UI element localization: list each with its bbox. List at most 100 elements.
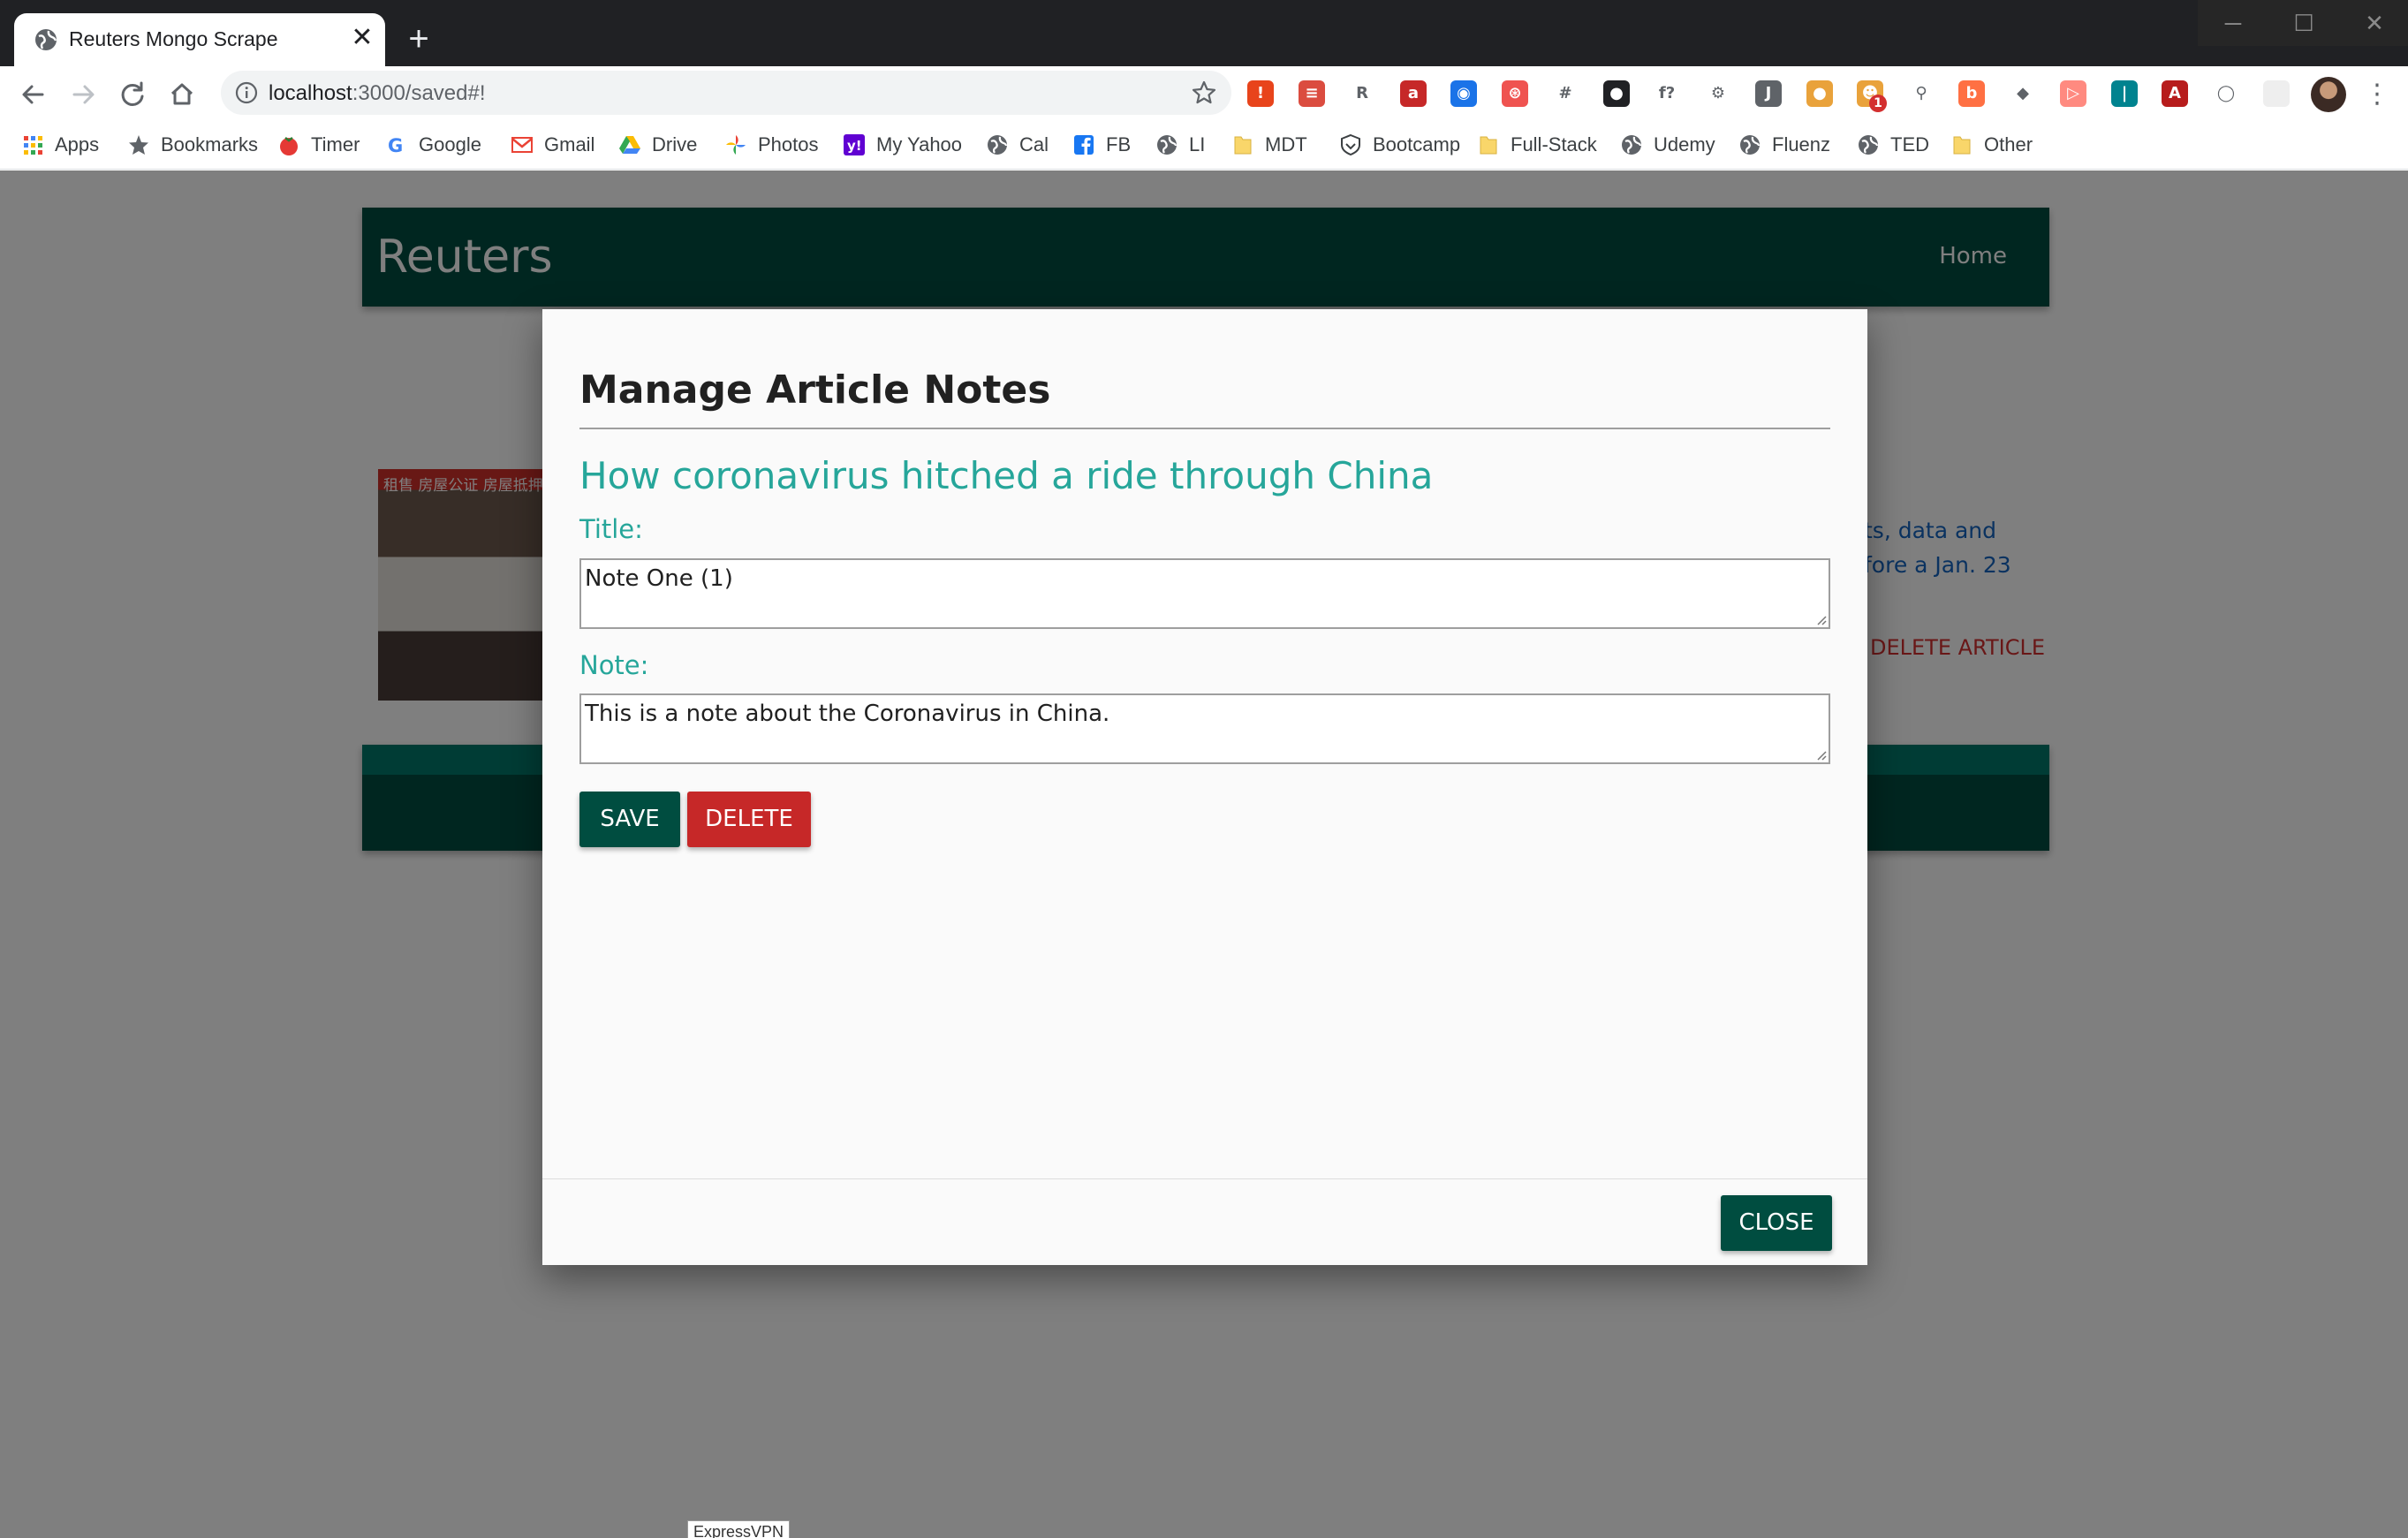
tomato-icon	[277, 133, 300, 156]
modal-heading: Manage Article Notes	[579, 367, 1051, 413]
url-host: localhost	[269, 81, 352, 105]
save-note-button[interactable]: SAVE	[579, 792, 680, 847]
todoist-icon[interactable]: ≡	[1299, 80, 1325, 107]
minimize-button[interactable]: ─	[2198, 0, 2268, 46]
bookmarks-bar: Apps Bookmarks Timer G Google Gmail Drive Photo…	[0, 121, 2408, 170]
kebab-menu-icon[interactable]: ⋮	[2364, 77, 2390, 112]
notification-badge: 1	[1869, 95, 1887, 112]
av-extension-icon[interactable]: a	[1400, 80, 1427, 107]
article-title: How coronavirus hitched a ride through C…	[579, 454, 1434, 497]
blank-extension-icon[interactable]	[2263, 80, 2290, 107]
maximize-button[interactable]: ☐	[2268, 0, 2339, 46]
bookmark-li[interactable]: LI	[1155, 130, 1205, 160]
bookmark-apps[interactable]: Apps	[21, 130, 99, 160]
close-modal-button[interactable]: CLOSE	[1721, 1195, 1832, 1251]
bookmark-full-stack[interactable]: Full-Stack	[1477, 130, 1597, 160]
yahoo-icon: y!	[843, 133, 866, 156]
bookmark-gmail[interactable]: Gmail	[511, 130, 594, 160]
cast-extension-icon[interactable]: ▷	[2060, 80, 2086, 107]
bookmark-google[interactable]: G Google	[385, 130, 481, 160]
bookmark-label: Udemy	[1654, 133, 1715, 155]
browser-toolbar: localhost:3000/saved#! ! ≡ Ra ◉ ⊛ # ● f? ⚙ J ● ☻ ⚲ b ◆…	[0, 66, 2408, 121]
stop-extension-icon[interactable]: !	[1247, 80, 1274, 107]
drive-icon	[618, 133, 641, 156]
globe-icon	[986, 133, 1009, 156]
bookmark-drive[interactable]: Drive	[618, 130, 697, 160]
bookmark-mdt[interactable]: MDT	[1231, 130, 1307, 160]
modal-divider	[579, 428, 1830, 429]
bookmark-bootcamp[interactable]: Bootcamp	[1339, 130, 1460, 160]
resize-grip-icon[interactable]	[1814, 748, 1827, 761]
bookmark-my-yahoo[interactable]: y! My Yahoo	[843, 130, 962, 160]
cookie-icon[interactable]: ●	[1806, 80, 1833, 107]
bookmark-label: Timer	[311, 133, 360, 155]
globe-icon	[1857, 133, 1880, 156]
url-text[interactable]: localhost:3000/saved#!	[269, 81, 486, 106]
code-extension-icon[interactable]: ◯	[2213, 80, 2239, 107]
shield-icon	[1339, 133, 1362, 156]
facebook-icon	[1072, 133, 1095, 156]
star-icon	[127, 133, 150, 156]
bars-extension-icon[interactable]: |	[2111, 80, 2138, 107]
bookmark-other[interactable]: Other	[1950, 130, 2033, 160]
magnifier-extension-icon[interactable]: ⚲	[1908, 80, 1935, 107]
note-body-field[interactable]: This is a note about the Coronavirus in …	[579, 693, 1830, 764]
folder-icon	[1231, 133, 1254, 156]
lastpass-icon[interactable]: ⊛	[1502, 80, 1528, 107]
resize-grip-icon[interactable]	[1814, 613, 1827, 625]
incognito-icon[interactable]: ●	[1603, 80, 1630, 107]
dropbox-icon[interactable]: ◆	[2010, 80, 2036, 107]
settings-extension-icon[interactable]: ⚙	[1705, 80, 1731, 107]
page-viewport: Reuters Home 租售 房屋公证 房屋抵押 ts, data and f…	[0, 170, 2408, 1538]
manage-notes-modal: Manage Article Notes How coronavirus hit…	[542, 309, 1867, 1265]
home-icon[interactable]	[163, 75, 201, 114]
new-tab-button[interactable]: +	[399, 19, 438, 58]
address-bar[interactable]: localhost:3000/saved#!	[221, 71, 1231, 115]
bookmark-label: LI	[1189, 133, 1206, 155]
b-extension-icon[interactable]: b	[1958, 80, 1985, 107]
colorzilla-icon[interactable]: ◉	[1450, 80, 1477, 107]
title-label: Title:	[579, 514, 643, 544]
bookmark-label: My Yahoo	[876, 133, 963, 155]
forward-arrow-icon[interactable]	[64, 75, 102, 114]
bookmark-label: Bootcamp	[1373, 133, 1461, 155]
profile-avatar[interactable]	[2311, 77, 2346, 112]
info-icon[interactable]	[235, 81, 258, 104]
r-extension-icon[interactable]: R	[1349, 80, 1375, 107]
bookmark-fb[interactable]: FB	[1072, 130, 1131, 160]
bookmark-label: Other	[1984, 133, 2033, 155]
modal-footer: CLOSE	[542, 1178, 1867, 1265]
note-title-field[interactable]: Note One (1)	[579, 558, 1830, 629]
bookmark-label: Full-Stack	[1511, 133, 1597, 155]
globe-icon	[35, 29, 57, 50]
window-close-button[interactable]: ✕	[2339, 0, 2408, 46]
folder-icon	[1477, 133, 1500, 156]
extension-tray: ! ≡ Ra ◉ ⊛ # ● f? ⚙ J ● ☻ ⚲ b ◆ ▷ | A ◯ 1	[1247, 79, 2316, 112]
folder-icon	[1950, 133, 1973, 156]
bookmark-cal[interactable]: Cal	[986, 130, 1049, 160]
font-finder-icon[interactable]: f?	[1654, 80, 1680, 107]
bookmark-label: FB	[1106, 133, 1132, 155]
gmail-icon	[511, 133, 534, 156]
delete-note-button[interactable]: DELETE	[687, 792, 811, 847]
bookmark-fluenz[interactable]: Fluenz	[1738, 130, 1830, 160]
pdf-icon[interactable]: A	[2162, 80, 2188, 107]
bookmark-label: Fluenz	[1772, 133, 1831, 155]
script-extension-icon[interactable]: J	[1755, 80, 1782, 107]
hashtag-icon[interactable]: #	[1552, 80, 1579, 107]
bookmark-udemy[interactable]: Udemy	[1620, 130, 1715, 160]
close-tab-icon[interactable]: ✕	[345, 20, 380, 56]
reload-icon[interactable]	[113, 75, 152, 114]
bookmark-star-icon[interactable]	[1191, 80, 1217, 106]
note-body-value: This is a note about the Coronavirus in …	[585, 701, 1110, 727]
bookmark-timer[interactable]: Timer	[277, 130, 360, 160]
bookmark-photos[interactable]: Photos	[724, 130, 819, 160]
bookmark-label: MDT	[1265, 133, 1307, 155]
note-title-value: Note One (1)	[585, 565, 733, 592]
bookmark-bookmarks[interactable]: Bookmarks	[127, 130, 258, 160]
expressvpn-tooltip: ExpressVPN	[687, 1520, 791, 1538]
bookmark-label: Photos	[758, 133, 819, 155]
back-arrow-icon[interactable]	[14, 75, 53, 114]
bookmark-ted[interactable]: TED	[1857, 130, 1929, 160]
browser-tab[interactable]: Reuters Mongo Scrape ✕	[14, 13, 385, 66]
